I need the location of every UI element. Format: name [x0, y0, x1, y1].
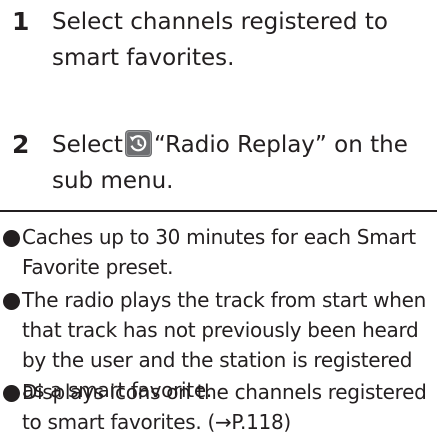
step-1: 1 Select channels registered to smart fa…: [12, 4, 432, 76]
note-text: Caches up to 30 minutes for each Smart F…: [22, 225, 416, 279]
note-item: Caches up to 30 minutes for each Smart F…: [0, 222, 436, 282]
radio-replay-icon: [124, 130, 152, 157]
bullet-icon: [3, 230, 20, 247]
bullet-icon: [3, 293, 20, 310]
note-text: Displays icons on the channels registere…: [22, 380, 427, 434]
note-item: Displays icons on the channels registere…: [0, 377, 436, 437]
bullet-icon: [3, 385, 20, 402]
step-2: 2 Select “Radio Replay” on the sub menu.: [12, 127, 432, 199]
step-text: Select “Radio Replay” on the sub menu.: [52, 127, 432, 199]
step-number: 2: [12, 130, 30, 159]
step-text-before: Select: [52, 132, 123, 158]
step-number: 1: [12, 7, 30, 36]
step-text: Select channels registered to smart favo…: [52, 9, 388, 71]
section-divider: [0, 210, 437, 212]
